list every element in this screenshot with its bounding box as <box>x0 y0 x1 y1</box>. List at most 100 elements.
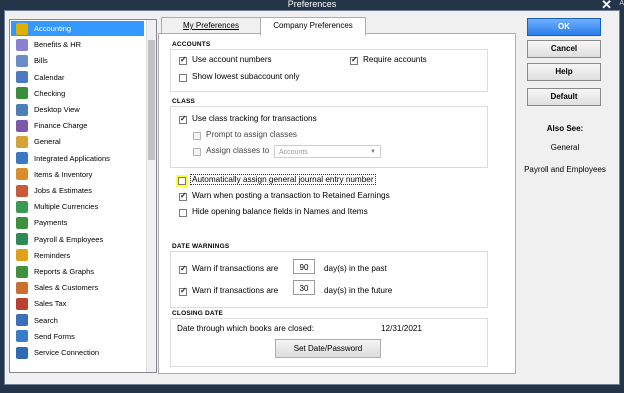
sidebar-item-calendar[interactable]: Calendar <box>11 70 144 85</box>
sidebar-item-label: Calendar <box>34 72 65 82</box>
date-warnings-section-title: DATE WARNINGS <box>172 243 230 250</box>
tab-company-preferences[interactable]: Company Preferences <box>260 17 366 36</box>
sidebar-item-general[interactable]: General <box>11 134 144 149</box>
sidebar-item-label: Send Forms <box>34 331 75 341</box>
reminders-icon <box>16 249 28 262</box>
date-warnings-section <box>170 251 488 308</box>
payroll-and-employees-icon <box>16 233 28 246</box>
also-see-title: Also See: <box>546 124 584 133</box>
sidebar-item-jobs-and-estimates[interactable]: Jobs & Estimates <box>11 183 144 198</box>
benefits-and-hr-icon <box>16 38 28 51</box>
sidebar-item-label: Finance Charge <box>34 121 88 131</box>
calendar-icon <box>16 71 28 84</box>
warn-future-checkbox[interactable] <box>179 286 187 296</box>
sidebar-item-label: Service Connection <box>34 348 100 357</box>
window-title: Preferences <box>287 0 337 9</box>
also-see-link-general[interactable]: General <box>523 143 607 152</box>
sidebar-item-finance-charge[interactable]: Finance Charge <box>11 118 144 133</box>
assign-classes-dropdown-value: Accounts <box>279 149 308 156</box>
sidebar-item-label: Jobs & Estimates <box>34 186 92 195</box>
title-bar: Preferences ✕ A <box>0 0 624 12</box>
warn-past-label: Warn if transactions are <box>192 264 279 273</box>
payments-icon <box>16 216 28 229</box>
warn-past-checkbox[interactable] <box>179 264 187 274</box>
finance-charge-icon <box>16 119 28 132</box>
sidebar-item-reports-and-graphs[interactable]: Reports & Graphs <box>11 264 144 279</box>
sidebar-item-sales-tax[interactable]: Sales Tax <box>11 296 144 311</box>
sidebar-item-label: Reminders <box>34 250 71 260</box>
warn-future-label: Warn if transactions are <box>192 286 279 295</box>
sales-and-customers-icon <box>16 281 28 294</box>
sidebar-item-payroll-and-employees[interactable]: Payroll & Employees <box>11 232 144 247</box>
sales-tax-icon <box>16 297 28 310</box>
sidebar-item-search[interactable]: Search <box>11 313 144 328</box>
sidebar-item-payments[interactable]: Payments <box>11 215 144 230</box>
default-button[interactable]: Default <box>527 88 601 106</box>
assign-classes-to-checkbox[interactable] <box>193 148 201 156</box>
sidebar-item-integrated-applications[interactable]: Integrated Applications <box>11 151 144 166</box>
jobs-and-estimates-icon <box>16 184 28 197</box>
sidebar-item-label: Checking <box>34 88 66 98</box>
sidebar-item-bills[interactable]: Bills <box>11 53 144 68</box>
sidebar-item-service-connection[interactable]: Service Connection <box>11 345 144 360</box>
sidebar-item-label: Sales & Customers <box>34 283 99 293</box>
help-button[interactable]: Help <box>527 63 601 81</box>
sidebar-item-benefits-and-hr[interactable]: Benefits & HR <box>11 37 144 52</box>
sidebar-item-label: Desktop View <box>34 105 80 114</box>
sidebar-item-items-and-inventory[interactable]: Items & Inventory <box>11 167 144 182</box>
prompt-assign-classes-label: Prompt to assign classes <box>206 130 298 139</box>
sidebar-item-send-forms[interactable]: Send Forms <box>11 329 144 344</box>
assign-classes-dropdown[interactable]: Accounts ▼ <box>274 145 381 158</box>
future-days-input[interactable]: 30 <box>293 280 315 295</box>
ok-button[interactable]: OK <box>527 18 601 36</box>
cancel-button[interactable]: Cancel <box>527 40 601 58</box>
tab-my-preferences-label: My Preferences <box>182 21 240 30</box>
sidebar-scrollbar[interactable] <box>146 20 156 372</box>
preferences-category-list[interactable]: Accounting Benefits & HR Bills Calendar Chec… <box>9 19 157 373</box>
show-lowest-subaccount-checkbox[interactable] <box>179 74 187 82</box>
use-account-numbers-checkbox[interactable] <box>179 55 187 65</box>
sidebar-item-checking[interactable]: Checking <box>11 86 144 101</box>
sidebar-item-label: Items & Inventory <box>34 169 93 179</box>
service-connection-icon <box>16 346 28 359</box>
require-accounts-label: Require accounts <box>363 55 427 64</box>
reports-and-graphs-icon <box>16 265 28 278</box>
items-and-inventory-icon <box>16 168 28 181</box>
sidebar-item-label: Sales Tax <box>34 299 67 309</box>
closing-date-label: Date through which books are closed: <box>177 324 314 333</box>
sidebar-item-accounting[interactable]: Accounting <box>11 21 144 36</box>
sidebar-item-label: Accounting <box>34 24 72 33</box>
accounts-section-title: ACCOUNTS <box>172 41 211 48</box>
closing-date-section-title: CLOSING DATE <box>172 310 224 317</box>
auto-assign-journal-number-label: Automatically assign general journal ent… <box>190 174 376 185</box>
sidebar-item-label: Payments <box>34 218 68 228</box>
require-accounts-checkbox[interactable] <box>350 55 358 65</box>
sidebar-item-desktop-view[interactable]: Desktop View <box>11 102 144 117</box>
sidebar-item-multiple-currencies[interactable]: Multiple Currencies <box>11 199 144 214</box>
warn-retained-earnings-label: Warn when posting a transaction to Retai… <box>192 191 390 200</box>
send-forms-icon <box>16 330 28 343</box>
class-tracking-checkbox[interactable] <box>179 114 187 124</box>
company-preferences-panel: ACCOUNTS Use account numbers Require acc… <box>158 33 516 374</box>
checking-icon <box>16 87 28 100</box>
sidebar-item-reminders[interactable]: Reminders <box>11 248 144 263</box>
sidebar-item-label: Payroll & Employees <box>34 234 104 244</box>
sidebar-item-sales-and-customers[interactable]: Sales & Customers <box>11 280 144 295</box>
auto-assign-journal-number-checkbox[interactable] <box>178 177 186 185</box>
show-lowest-subaccount-label: Show lowest subaccount only <box>192 72 300 81</box>
prompt-assign-classes-checkbox[interactable] <box>193 132 201 140</box>
sidebar-item-label: Multiple Currencies <box>34 202 99 212</box>
class-section-title: CLASS <box>172 98 196 105</box>
chevron-down-icon: ▼ <box>370 149 376 155</box>
search-icon <box>16 314 28 327</box>
past-days-input[interactable]: 90 <box>293 259 315 274</box>
multiple-currencies-icon <box>16 200 28 213</box>
class-tracking-label: Use class tracking for transactions <box>192 114 317 123</box>
also-see-link-payroll[interactable]: Payroll and Employees <box>523 164 607 175</box>
hide-opening-balance-checkbox[interactable] <box>179 209 187 217</box>
scrollbar-thumb[interactable] <box>148 40 155 160</box>
set-date-password-button[interactable]: Set Date/Password <box>275 339 381 358</box>
background-window-text: A <box>619 0 624 7</box>
past-days-suffix: day(s) in the past <box>324 264 387 273</box>
warn-retained-earnings-checkbox[interactable] <box>179 191 187 201</box>
